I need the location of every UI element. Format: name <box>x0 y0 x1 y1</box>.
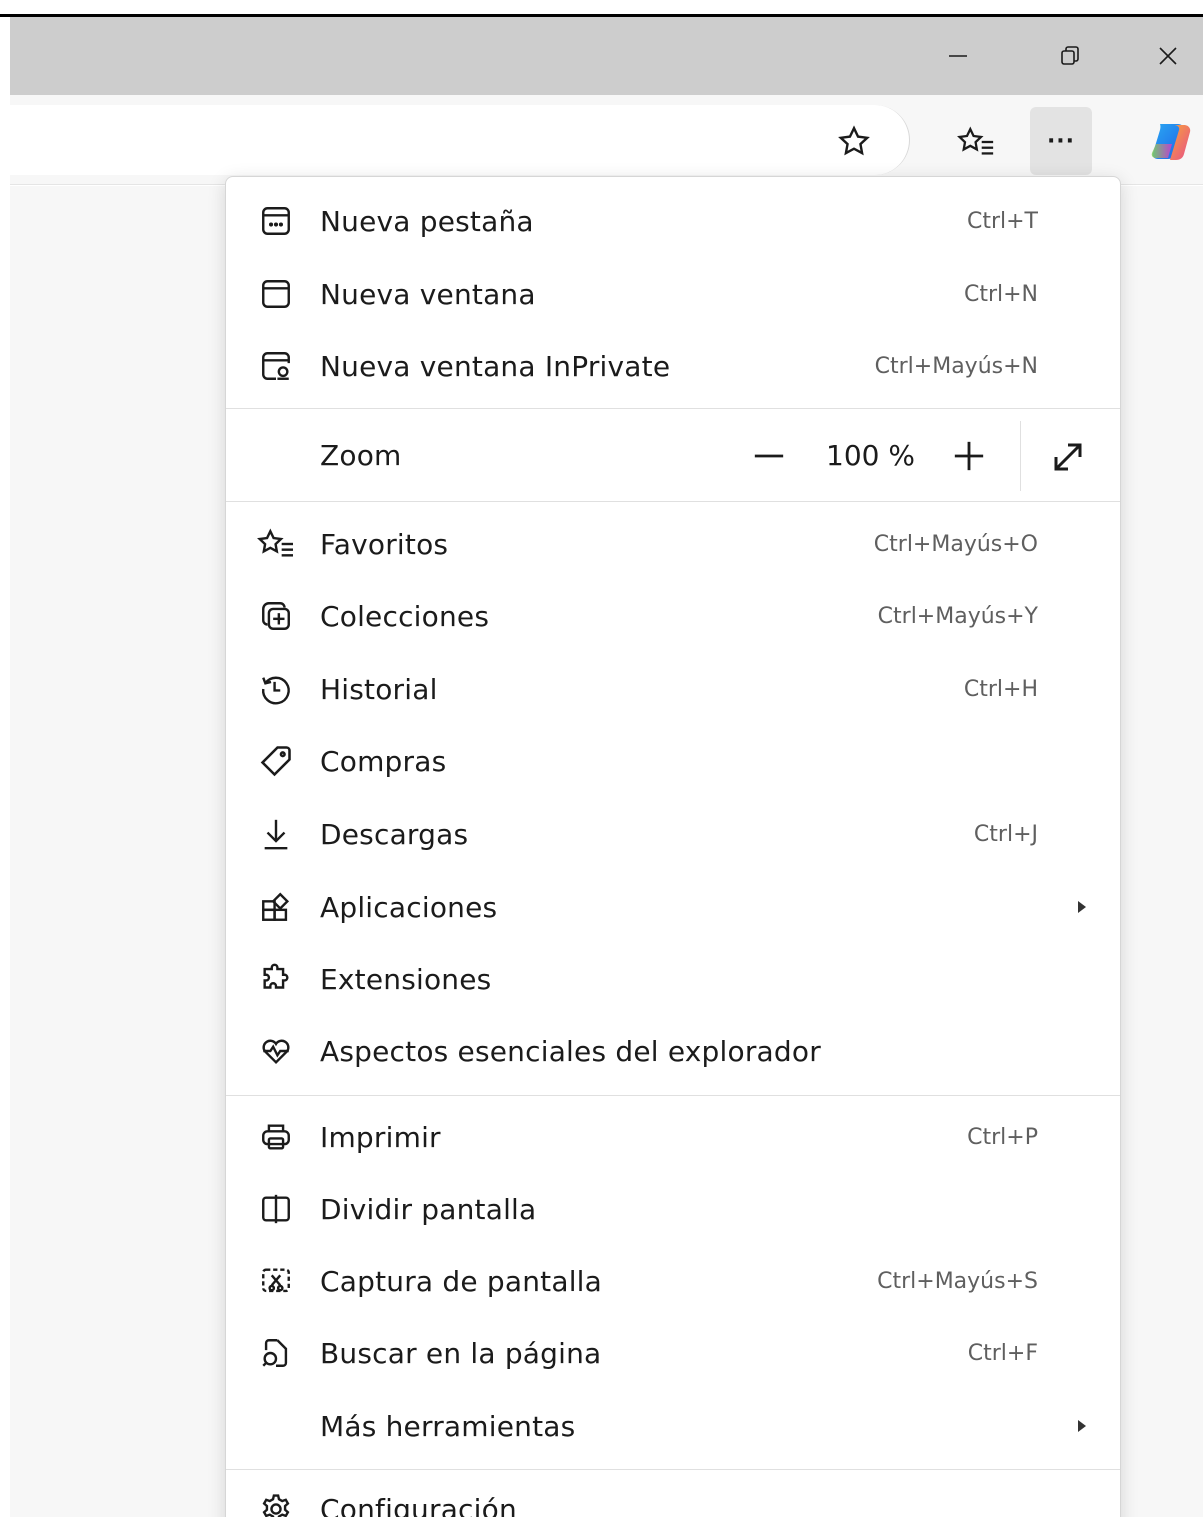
zoom-value: 100 % <box>826 439 915 472</box>
menu-item-shortcut: Ctrl+H <box>963 676 1038 702</box>
menu-item-label: Dividir pantalla <box>320 1192 537 1226</box>
close-icon <box>1159 47 1177 65</box>
menu-item-shortcut: Ctrl+T <box>966 208 1038 234</box>
minimize-button[interactable] <box>928 17 988 95</box>
menu-item-split-screen[interactable]: Dividir pantalla <box>226 1177 1120 1241</box>
restore-icon <box>1061 46 1079 65</box>
fullscreen-icon <box>1054 443 1082 471</box>
zoom-out-button[interactable] <box>748 435 790 477</box>
settings-and-more-button[interactable]: ··· <box>1030 107 1092 175</box>
menu-item-label: Compras <box>320 744 447 778</box>
menu-item-shortcut: Ctrl+Mayús+Y <box>877 603 1038 629</box>
menu-item-shortcut: Ctrl+Mayús+N <box>874 353 1038 379</box>
menu-item-print[interactable]: Imprimir Ctrl+P <box>226 1105 1120 1169</box>
menu-item-new-window[interactable]: Nueva ventana Ctrl+N <box>226 262 1120 326</box>
menu-item-shortcut: Ctrl+F <box>967 1340 1038 1366</box>
menu-item-shortcut: Ctrl+P <box>967 1124 1038 1150</box>
shopping-tag-icon <box>256 741 296 781</box>
menu-separator <box>226 1469 1120 1470</box>
zoom-divider <box>1020 421 1021 491</box>
menu-item-shortcut: Ctrl+Mayús+S <box>877 1268 1038 1294</box>
submenu-arrow-icon <box>1078 901 1086 913</box>
find-in-page-icon <box>256 1333 296 1373</box>
inprivate-icon <box>256 346 296 386</box>
menu-separator <box>226 408 1120 409</box>
zoom-label: Zoom <box>320 438 402 472</box>
menu-item-label: Nueva ventana InPrivate <box>320 349 671 383</box>
split-screen-icon <box>256 1189 296 1229</box>
menu-item-label: Favoritos <box>320 527 449 561</box>
menu-item-browser-essentials[interactable]: Aspectos esenciales del explorador <box>226 1019 1120 1083</box>
menu-item-label: Nueva ventana <box>320 277 536 311</box>
menu-item-settings[interactable]: Configuración <box>226 1477 1120 1517</box>
settings-menu: Nueva pestaña Ctrl+T Nueva ventana Ctrl+… <box>225 176 1121 1517</box>
more-label: ··· <box>1046 128 1076 154</box>
menu-item-downloads[interactable]: Descargas Ctrl+J <box>226 802 1120 866</box>
settings-icon <box>256 1489 296 1517</box>
menu-item-label: Historial <box>320 672 438 706</box>
menu-item-new-inprivate-window[interactable]: Nueva ventana InPrivate Ctrl+Mayús+N <box>226 334 1120 398</box>
extensions-icon <box>256 959 296 999</box>
favorites-icon <box>256 524 296 564</box>
menu-item-new-tab[interactable]: Nueva pestaña Ctrl+T <box>226 189 1120 253</box>
menu-separator <box>226 501 1120 502</box>
fullscreen-button[interactable] <box>1046 435 1090 479</box>
address-bar[interactable] <box>10 105 910 175</box>
new-tab-icon <box>256 201 296 241</box>
minimize-icon <box>949 55 967 57</box>
close-button[interactable] <box>1138 17 1198 95</box>
restore-button[interactable] <box>1040 17 1100 95</box>
menu-item-label: Aplicaciones <box>320 890 498 924</box>
menu-item-more-tools[interactable]: Más herramientas <box>226 1394 1120 1458</box>
menu-item-history[interactable]: Historial Ctrl+H <box>226 657 1120 721</box>
menu-item-label: Buscar en la página <box>320 1336 602 1370</box>
menu-item-label: Colecciones <box>320 599 490 633</box>
heart-pulse-icon <box>256 1031 296 1071</box>
menu-item-extensions[interactable]: Extensiones <box>226 947 1120 1011</box>
menu-item-shortcut: Ctrl+N <box>963 281 1038 307</box>
menu-item-find-in-page[interactable]: Buscar en la página Ctrl+F <box>226 1321 1120 1385</box>
copilot-icon <box>1151 124 1191 160</box>
add-favorite-button[interactable] <box>830 118 878 166</box>
plus-icon <box>954 441 984 471</box>
menu-item-shortcut: Ctrl+Mayús+O <box>873 531 1038 557</box>
menu-item-apps[interactable]: Aplicaciones <box>226 875 1120 939</box>
minus-icon <box>754 454 784 458</box>
menu-separator <box>226 1095 1120 1096</box>
menu-item-collections[interactable]: Colecciones Ctrl+Mayús+Y <box>226 584 1120 648</box>
star-icon <box>838 125 870 156</box>
title-bar <box>10 17 1203 95</box>
favorites-button[interactable] <box>948 114 1004 170</box>
zoom-in-button[interactable] <box>948 435 990 477</box>
menu-item-label: Descargas <box>320 817 469 851</box>
history-icon <box>256 669 296 709</box>
download-icon <box>256 814 296 854</box>
apps-icon <box>256 887 296 927</box>
menu-item-favorites[interactable]: Favoritos Ctrl+Mayús+O <box>226 512 1120 576</box>
collections-icon <box>256 596 296 636</box>
submenu-arrow-icon <box>1078 1420 1086 1432</box>
menu-item-screenshot[interactable]: Captura de pantalla Ctrl+Mayús+S <box>226 1249 1120 1313</box>
menu-item-label: Aspectos esenciales del explorador <box>320 1034 821 1068</box>
menu-item-shortcut: Ctrl+J <box>973 821 1038 847</box>
menu-item-label: Extensiones <box>320 962 492 996</box>
favorites-list-icon <box>957 126 994 155</box>
menu-item-label: Más herramientas <box>320 1409 576 1443</box>
menu-item-label: Imprimir <box>320 1120 441 1154</box>
new-window-icon <box>256 274 296 314</box>
print-icon <box>256 1117 296 1157</box>
menu-item-label: Nueva pestaña <box>320 204 534 238</box>
menu-item-label: Configuración <box>320 1492 517 1517</box>
menu-item-shopping[interactable]: Compras <box>226 729 1120 793</box>
top-edge <box>0 0 1203 17</box>
screenshot-icon <box>256 1261 296 1301</box>
menu-item-label: Captura de pantalla <box>320 1264 603 1298</box>
copilot-button[interactable] <box>1144 114 1200 170</box>
